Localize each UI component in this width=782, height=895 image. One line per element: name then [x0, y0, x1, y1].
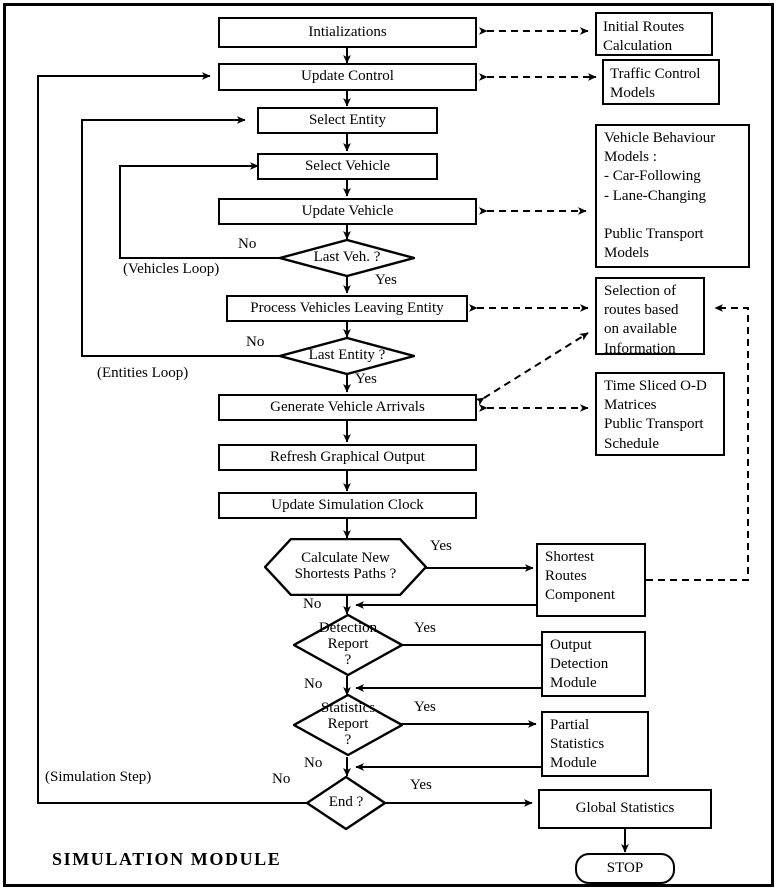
side-box-vehicle-behaviour-models[interactable]: Vehicle Behaviour Models : - Car-Followi…: [595, 124, 750, 268]
side-box-label: Selection of routes based on available I…: [604, 283, 679, 357]
decision-calculate-paths[interactable]: Calculate New Shortests Paths ?: [264, 538, 427, 596]
node-label: STOP: [606, 860, 644, 876]
decision-detection-report[interactable]: Detection Report ?: [293, 614, 403, 676]
side-box-selection-of-routes[interactable]: Selection of routes based on available I…: [595, 277, 705, 357]
node-label: Generate Vehicle Arrivals: [270, 398, 425, 415]
node-label: Detection Report ?: [318, 620, 378, 668]
node-label: Select Entity: [308, 111, 387, 128]
edge-label-statistics-yes: Yes: [414, 699, 436, 715]
process-refresh-graphical-output[interactable]: Refresh Graphical Output: [218, 444, 477, 471]
side-box-label: Traffic Control Models: [610, 66, 701, 102]
process-update-simulation-clock[interactable]: Update Simulation Clock: [218, 492, 477, 519]
edge-label-last-entity-no: No: [246, 334, 265, 350]
edge-label-last-entity-yes: Yes: [355, 371, 377, 387]
node-label: Last Veh. ?: [313, 249, 381, 266]
decision-end[interactable]: End ?: [306, 776, 386, 830]
node-label: Update Control: [301, 68, 394, 85]
edge-label-end-yes: Yes: [410, 777, 432, 793]
side-box-traffic-control-models[interactable]: Traffic Control Models: [602, 59, 720, 105]
edge-label-detection-no: No: [304, 676, 323, 692]
node-label: Select Vehicle: [304, 157, 391, 174]
side-box-label: Output Detection Module: [550, 637, 609, 692]
node-label: Intializations: [308, 23, 387, 40]
side-box-label: Vehicle Behaviour Models : - Car-Followi…: [604, 130, 716, 262]
side-box-initial-routes-calculation[interactable]: Initial Routes Calculation: [595, 12, 713, 56]
page-title: SIMULATION MODULE: [52, 849, 282, 869]
edge-label-calculate-paths-no: No: [303, 596, 322, 612]
loop-label-vehicles-loop: (Vehicles Loop): [123, 261, 220, 277]
node-label: Last Entity ?: [308, 347, 386, 364]
side-box-time-sliced-od-matrices[interactable]: Time Sliced O-D Matrices Public Transpor…: [595, 372, 725, 456]
process-select-vehicle[interactable]: Select Vehicle: [257, 153, 438, 180]
process-update-vehicle[interactable]: Update Vehicle: [218, 198, 477, 225]
node-label: Calculate New Shortests Paths ?: [294, 550, 397, 582]
node-label: Global Statistics: [575, 800, 675, 817]
decision-last-entity[interactable]: Last Entity ?: [279, 337, 415, 375]
node-label: End ?: [328, 794, 364, 811]
side-box-partial-statistics-module[interactable]: Partial Statistics Module: [541, 711, 649, 777]
process-update-control[interactable]: Update Control: [218, 63, 477, 91]
side-box-label: Initial Routes Calculation: [603, 19, 685, 55]
process-global-statistics[interactable]: Global Statistics: [538, 789, 712, 829]
edge-label-last-veh-no: No: [238, 236, 257, 252]
edge-label-calculate-paths-yes: Yes: [430, 538, 452, 554]
edge-label-last-veh-yes: Yes: [375, 272, 397, 288]
side-box-label: Shortest Routes Component: [545, 549, 615, 604]
side-box-shortest-routes-component[interactable]: Shortest Routes Component: [536, 543, 646, 617]
node-label: Update Vehicle: [301, 202, 394, 219]
process-select-entity[interactable]: Select Entity: [257, 107, 438, 134]
node-label: Process Vehicles Leaving Entity: [250, 299, 444, 316]
side-box-label: Partial Statistics Module: [550, 717, 605, 772]
edge-label-detection-yes: Yes: [414, 620, 436, 636]
flowchart-canvas: Intializations Update Control Select Ent…: [0, 0, 782, 895]
side-box-output-detection-module[interactable]: Output Detection Module: [541, 631, 646, 697]
process-vehicles-leaving-entity[interactable]: Process Vehicles Leaving Entity: [226, 295, 468, 322]
process-initializations[interactable]: Intializations: [218, 17, 477, 48]
loop-label-entities-loop: (Entities Loop): [97, 365, 189, 381]
node-label: Update Simulation Clock: [271, 496, 424, 513]
node-label: Refresh Graphical Output: [270, 448, 425, 465]
node-label: Statistics Report ?: [320, 700, 376, 748]
decision-statistics-report[interactable]: Statistics Report ?: [293, 694, 403, 756]
edge-label-end-no: No: [272, 771, 291, 787]
side-box-label: Time Sliced O-D Matrices Public Transpor…: [604, 378, 707, 452]
loop-label-simulation-step: (Simulation Step): [45, 769, 152, 785]
terminal-stop[interactable]: STOP: [575, 853, 675, 884]
edge-label-statistics-no: No: [304, 755, 323, 771]
process-generate-vehicle-arrivals[interactable]: Generate Vehicle Arrivals: [218, 394, 477, 421]
